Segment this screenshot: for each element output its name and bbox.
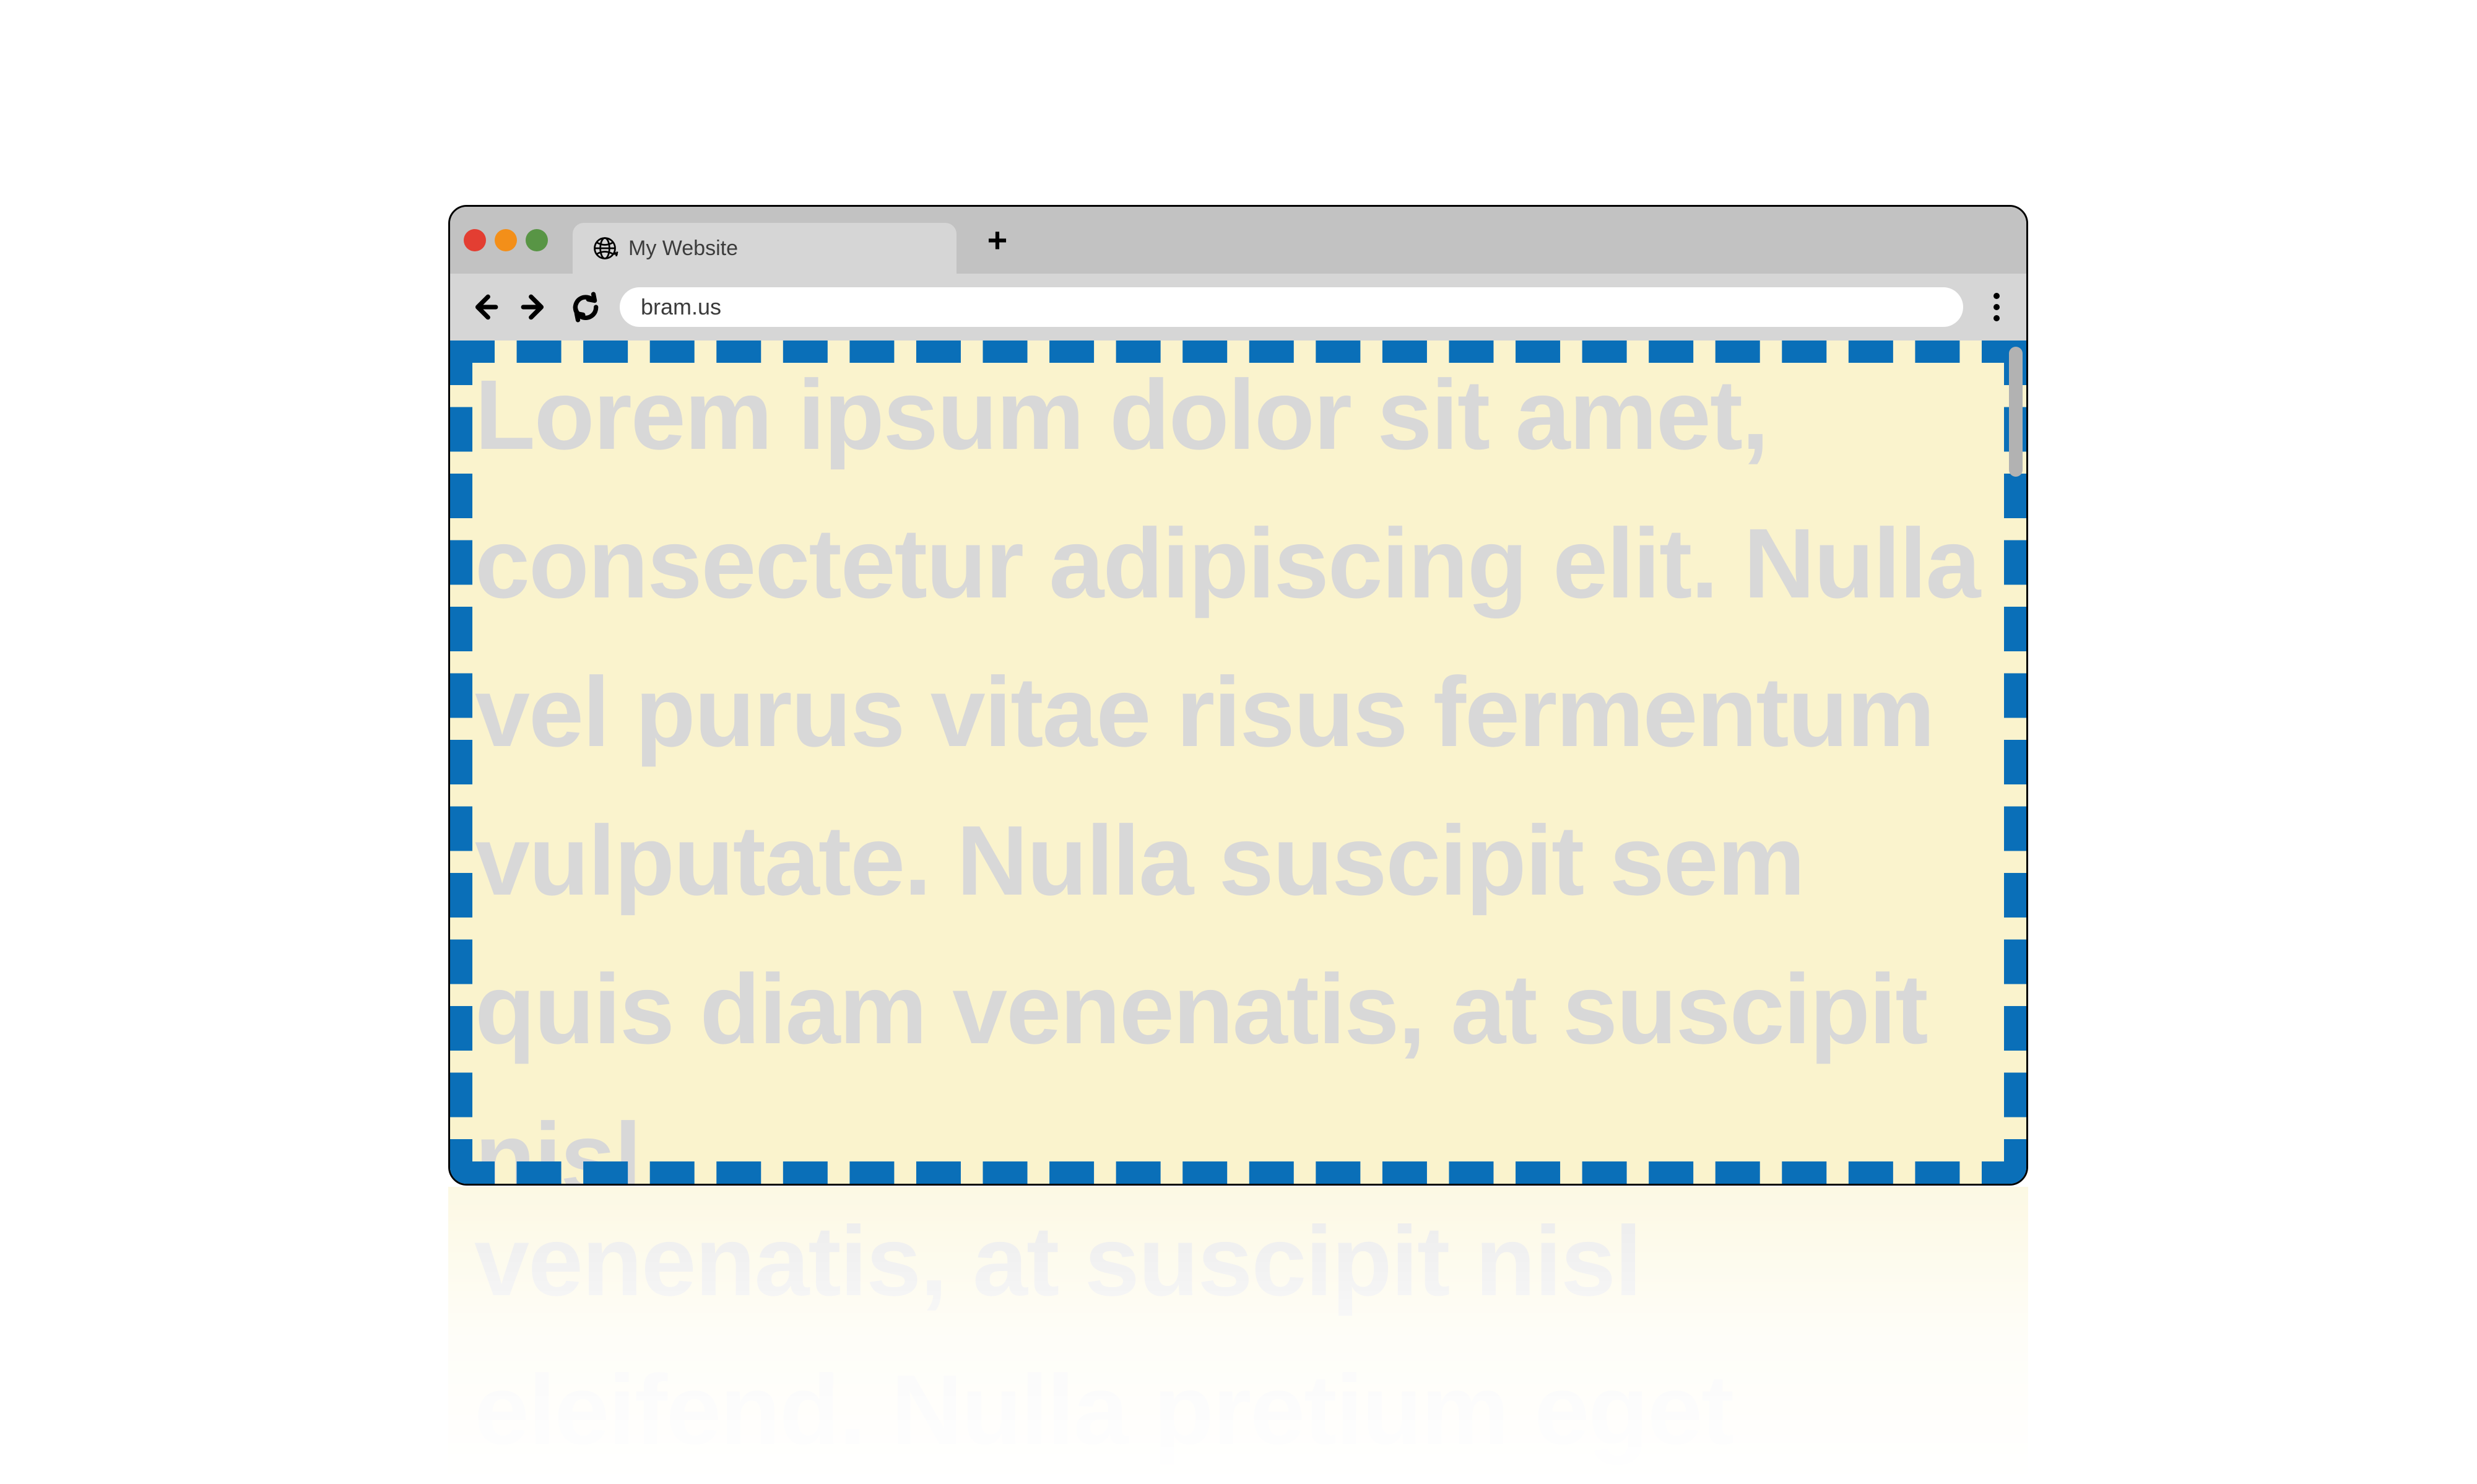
forward-button[interactable] (512, 284, 558, 330)
close-window-button[interactable] (464, 229, 486, 251)
window-controls (464, 229, 548, 251)
minimize-window-button[interactable] (495, 229, 517, 251)
browser-menu-button[interactable] (1978, 284, 2015, 330)
address-text: bram.us (641, 294, 721, 320)
tab-title: My Website (628, 236, 738, 261)
browser-window: My Website + bram.us Lorem ipsum dolo (448, 205, 2028, 1186)
toolbar: bram.us (450, 274, 2026, 341)
scrollbar-thumb[interactable] (2009, 347, 2023, 477)
browser-tab[interactable]: My Website (573, 223, 957, 274)
page-overflow-text: venenatis, at suscipit nisl eleifend. Nu… (448, 1187, 2028, 1484)
page-viewport: Lorem ipsum dolor sit amet, consectetur … (450, 341, 2026, 1184)
back-button[interactable] (461, 284, 507, 330)
tab-strip: My Website + (450, 207, 2026, 274)
new-tab-button[interactable]: + (979, 222, 1016, 259)
fullscreen-window-button[interactable] (526, 229, 548, 251)
reload-button[interactable] (563, 284, 609, 330)
address-bar[interactable]: bram.us (620, 287, 1963, 327)
globe-icon (591, 235, 618, 262)
page-body-text: Lorem ipsum dolor sit amet, consectetur … (475, 341, 2014, 1186)
